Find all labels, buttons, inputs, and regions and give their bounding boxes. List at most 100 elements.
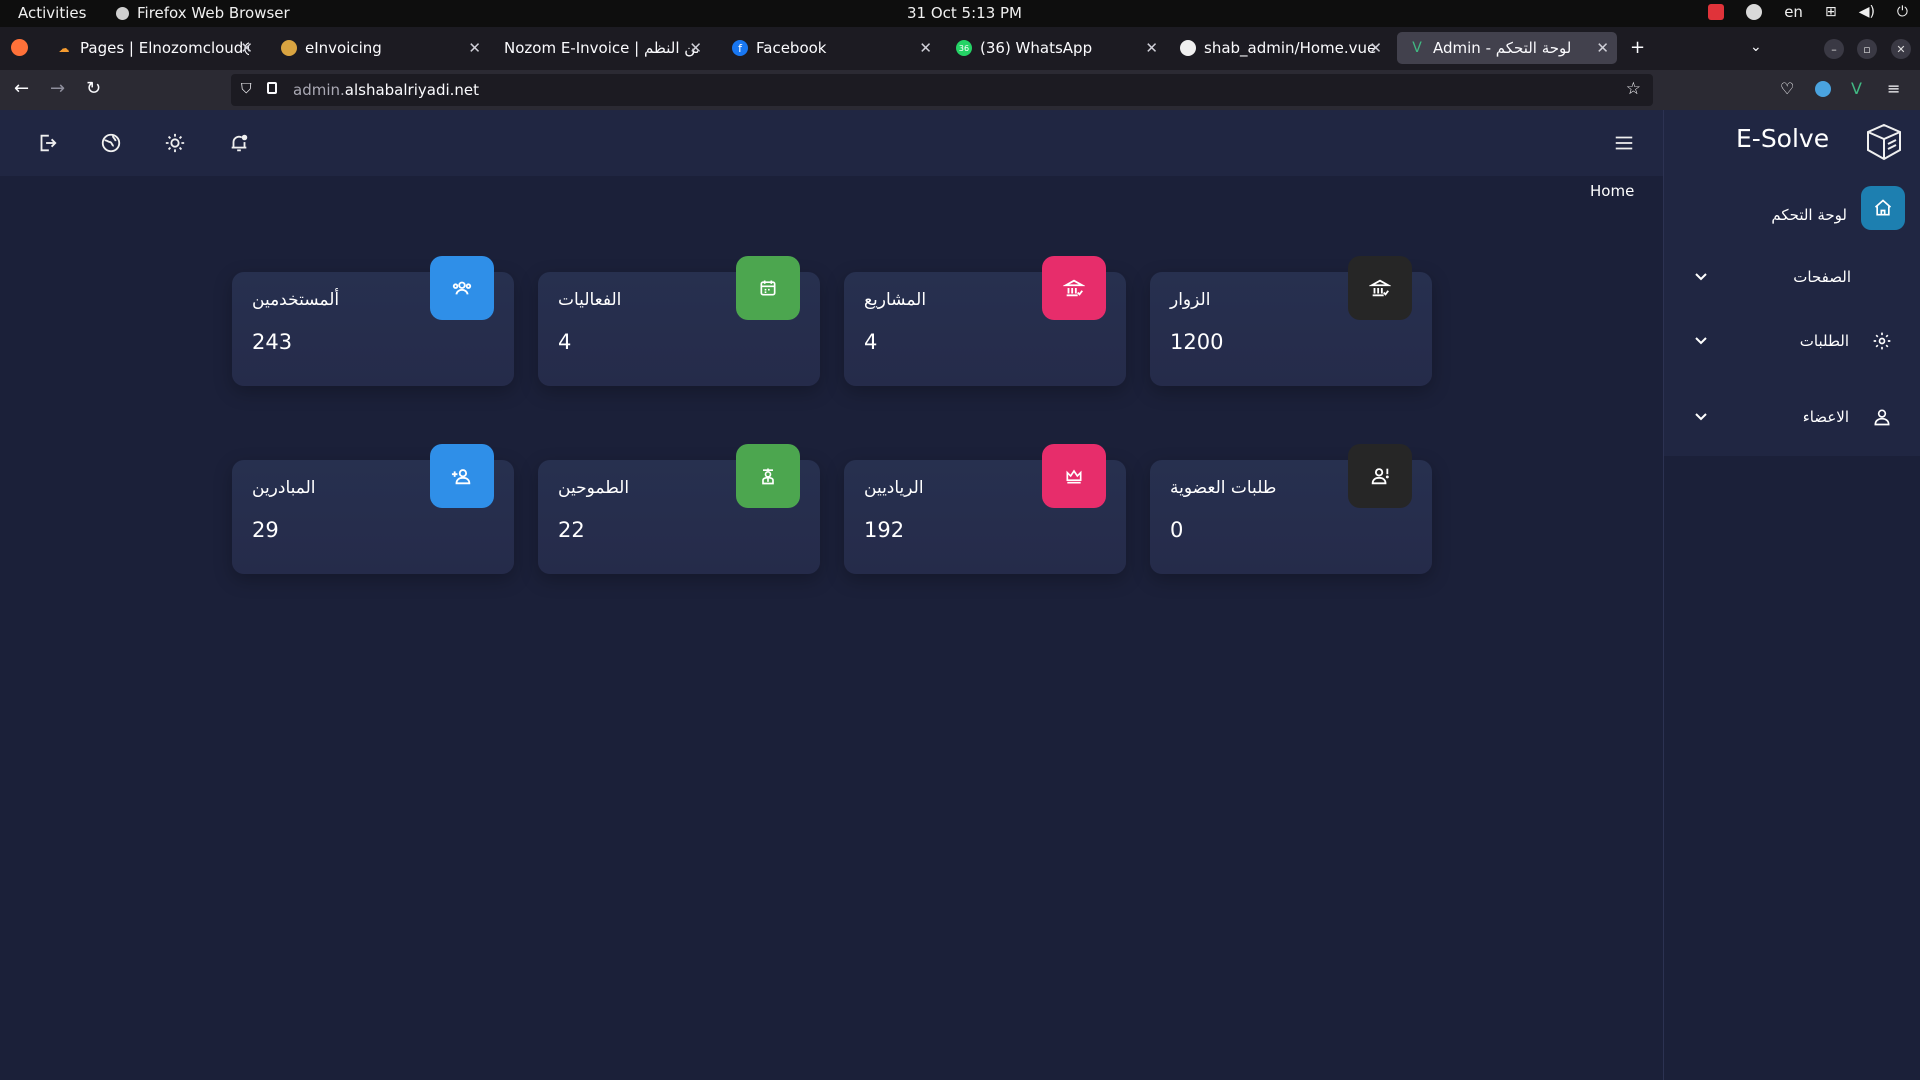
new-tab-button[interactable]: + [1630,37,1645,58]
stat-card-initiators[interactable]: المبادرين 29 [232,444,514,574]
url-text[interactable]: admin.alshabalriyadi.net [293,81,479,99]
volume-icon[interactable]: ◀) [1859,4,1875,20]
browser-tab[interactable]: ☁ Pages | Elnozomcloud@g ✕ [44,32,261,64]
stat-card-entrepreneurs[interactable]: الرياديين 192 [844,444,1126,574]
stat-card-title: المبادرين [252,478,316,498]
sidebar-item-members[interactable]: الاعضاء [1664,398,1920,438]
close-tab-icon[interactable]: ✕ [468,39,481,57]
back-button[interactable]: ← [14,78,29,99]
power-icon[interactable]: ⏻ [1897,4,1908,20]
firefox-view-icon[interactable] [11,39,28,56]
sidebar-item-requests[interactable]: الطلبات [1664,322,1920,362]
stat-card-title: الرياديين [864,478,924,498]
whatsapp-icon: 36 [956,40,972,56]
stat-card-events[interactable]: الفعاليات 4 [538,256,820,386]
sync-icon[interactable] [1746,4,1763,20]
close-tab-icon[interactable]: ✕ [689,39,702,57]
stat-card-title: الطموحين [558,478,630,498]
stat-card-title: المشاريع [864,290,927,310]
sidebar-item-pages[interactable]: الصفحات [1664,258,1920,298]
pocket-icon[interactable]: ♡ [1780,79,1794,98]
stat-card-value: 22 [558,518,585,542]
close-window-button[interactable]: ✕ [1891,39,1911,59]
top-header [0,110,1663,176]
notification-bell-icon[interactable] [228,132,250,154]
active-app-name: Firefox Web Browser [137,4,290,22]
stat-card-visitors[interactable]: الزوار 1200 [1150,256,1432,386]
browser-tab-active[interactable]: V Admin - لوحة التحكم ✕ [1397,32,1617,64]
system-top-bar: Activities Firefox Web Browser 31 Oct 5:… [0,0,1920,27]
sidebar-item-label: الطلبات [1799,332,1849,350]
stat-card-value: 1200 [1170,330,1224,354]
stat-card-value: 243 [252,330,293,354]
browser-tab[interactable]: 36 (36) WhatsApp ✕ [944,32,1166,64]
github-icon [1180,40,1196,56]
logout-icon[interactable] [36,132,58,154]
browser-tab[interactable]: Nozom E-Invoice | من النظم ✕ [492,32,710,64]
keyboard-layout[interactable]: en [1784,3,1803,21]
bank-check-icon [1348,256,1412,320]
vue-devtools-icon[interactable]: V [1851,79,1862,98]
breadcrumb[interactable]: Home [1590,182,1634,200]
close-tab-icon[interactable]: ✕ [919,39,932,57]
stat-card-title: ألمستخدمين [252,290,340,310]
browser-tab[interactable]: f Facebook ✕ [720,32,940,64]
shield-icon[interactable]: ⛉ [241,81,252,97]
stat-card-title: طلبات العضوية [1170,478,1277,498]
graduate-icon [736,444,800,508]
sidebar-item-dashboard[interactable]: لوحة التحكم [1664,196,1920,236]
extension-icon[interactable] [1815,81,1831,97]
sidebar: E-Solve لوحة التحكم الصفحات الطلبات الاع… [1663,110,1920,1080]
crown-icon [1042,444,1106,508]
users-icon [430,256,494,320]
list-tabs-button[interactable]: ⌄ [1750,39,1762,55]
firefox-icon [116,6,129,20]
url-bar[interactable]: ⛉ admin.alshabalriyadi.net ☆ [231,74,1653,106]
sidebar-menu: E-Solve لوحة التحكم الصفحات الطلبات الاع… [1664,110,1920,456]
reload-button[interactable]: ↻ [86,78,101,99]
maximize-button[interactable]: ▫ [1857,39,1877,59]
facebook-icon: f [732,40,748,56]
sidebar-item-label: لوحة التحكم [1771,206,1847,224]
activities-button[interactable]: Activities [18,4,86,22]
sidebar-item-label: الاعضاء [1802,408,1849,426]
network-icon[interactable]: ⊞ [1825,4,1837,20]
gear-icon [1873,332,1891,350]
cloud-icon: ☁ [58,41,70,55]
stat-card-ambitious[interactable]: الطموحين 22 [538,444,820,574]
lock-icon[interactable] [267,82,277,94]
stat-card-value: 4 [864,330,878,354]
browser-nav-bar: ← → ↻ ⛉ admin.alshabalriyadi.net ☆ ♡ V ≡ [0,70,1920,110]
chevron-down-icon [1695,273,1707,281]
close-tab-icon[interactable]: ✕ [1596,39,1609,57]
language-globe-icon[interactable] [100,132,122,154]
user-icon [1874,409,1890,426]
stat-card-title: الزوار [1170,290,1211,310]
cube-logo-icon[interactable] [1864,122,1904,162]
hamburger-menu-icon[interactable] [1613,132,1635,154]
sidebar-item-label: الصفحات [1793,268,1851,286]
forward-button[interactable]: → [50,78,65,99]
active-app-menu[interactable]: Firefox Web Browser [116,4,290,22]
close-tab-icon[interactable]: ✕ [240,39,253,57]
screen-record-icon[interactable] [1708,4,1725,20]
browser-tab-strip: ☁ Pages | Elnozomcloud@g ✕ eInvoicing ✕ … [0,27,1920,70]
stat-card-value: 192 [864,518,905,542]
stat-card-value: 0 [1170,518,1184,542]
close-tab-icon[interactable]: ✕ [1369,39,1382,57]
stat-card-users[interactable]: ألمستخدمين 243 [232,256,514,386]
clock[interactable]: 31 Oct 5:13 PM [907,4,1022,22]
browser-tab[interactable]: shab_admin/Home.vue a ✕ [1168,32,1390,64]
stat-card-membership-requests[interactable]: طلبات العضوية 0 [1150,444,1432,574]
theme-sun-icon[interactable] [164,132,186,154]
stat-card-projects[interactable]: المشاريع 4 [844,256,1126,386]
bank-icon [1042,256,1106,320]
brand-name[interactable]: E-Solve [1736,124,1829,153]
browser-tab[interactable]: eInvoicing ✕ [269,32,489,64]
chevron-down-icon [1695,337,1707,345]
menu-icon[interactable]: ≡ [1887,79,1900,98]
bookmark-star-icon[interactable]: ☆ [1626,79,1641,99]
close-tab-icon[interactable]: ✕ [1145,39,1158,57]
calendar-icon [736,256,800,320]
minimize-button[interactable]: – [1824,39,1844,59]
